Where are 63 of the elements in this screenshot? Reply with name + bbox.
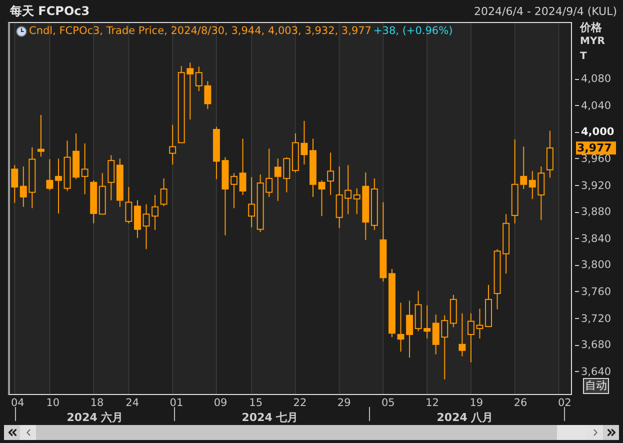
candle xyxy=(142,204,150,250)
date-tick: 04 xyxy=(10,397,24,409)
price-tick: 4,080 xyxy=(575,73,612,86)
price-tick: 3,760 xyxy=(575,286,612,298)
auto-scale-button[interactable]: 自动 xyxy=(583,378,609,394)
candle xyxy=(485,284,492,328)
price-tick: 4,000 xyxy=(575,126,614,138)
candle xyxy=(494,248,501,310)
scroll-right-button[interactable] xyxy=(587,425,603,440)
candle xyxy=(64,140,71,192)
double-chevron-left-icon xyxy=(6,426,18,439)
change-text: +38, (+0.96%) xyxy=(374,25,453,37)
candle xyxy=(230,172,238,209)
candle xyxy=(397,302,404,352)
price-tick: 4,040 xyxy=(575,100,612,112)
date-tick: 12 xyxy=(426,397,439,409)
quote-text: Cndl, FCPOc3, Trade Price, 2024/8/30, 3,944, 4,003, 3,932, 3,977 xyxy=(29,25,372,37)
month-label: 2024 八月 xyxy=(436,410,494,425)
currency-label: MYR xyxy=(580,36,605,47)
candle xyxy=(134,200,141,238)
scroll-thumb[interactable] xyxy=(36,425,557,440)
last-price-badge: 3,977 xyxy=(576,141,616,154)
candle xyxy=(406,300,413,358)
candle xyxy=(414,290,422,332)
double-chevron-right-icon xyxy=(604,426,618,439)
price-tick: 3,640 xyxy=(575,366,612,378)
candle xyxy=(46,158,54,191)
chart-title: 每天 FCPOc3 xyxy=(10,2,90,20)
candle xyxy=(310,138,316,198)
candle xyxy=(125,186,132,224)
month-label: 2024 七月 xyxy=(242,410,298,425)
candle xyxy=(318,180,326,217)
candle xyxy=(388,268,396,338)
candle xyxy=(300,120,308,166)
date-tick: 24 xyxy=(126,397,140,409)
date-tick: 26 xyxy=(514,397,528,409)
date-tick: 01 xyxy=(170,397,184,409)
price-tick: 3,720 xyxy=(575,312,612,325)
candle xyxy=(239,138,246,196)
candle xyxy=(212,126,220,180)
unit-label: T xyxy=(580,51,587,62)
date-tick: 18 xyxy=(90,397,104,409)
date-range: 2024/6/4 - 2024/9/4 (KUL) xyxy=(474,4,617,18)
date-tick: 09 xyxy=(214,397,228,409)
candle xyxy=(476,308,484,339)
month-label: 2024 六月 xyxy=(66,410,124,425)
price-tick: 3,840 xyxy=(575,232,612,245)
price-tick: 3,680 xyxy=(575,339,612,352)
price-tick: 3,880 xyxy=(575,206,612,218)
date-tick: 15 xyxy=(249,397,263,409)
date-tick: 10 xyxy=(46,397,60,409)
date-tick: 02 xyxy=(558,397,572,409)
date-tick: 19 xyxy=(470,397,484,409)
candle xyxy=(204,80,212,110)
date-tick: 29 xyxy=(337,397,351,409)
price-tick: 3,920 xyxy=(575,180,612,192)
scroll-left-button[interactable] xyxy=(20,425,36,440)
candle xyxy=(55,158,62,214)
price-tick: 3,960 xyxy=(575,152,612,165)
axis-title: 价格 xyxy=(580,20,602,35)
date-tick: 05 xyxy=(382,397,395,409)
date-tick: 22 xyxy=(293,397,307,409)
price-tick: 3,800 xyxy=(575,259,612,272)
